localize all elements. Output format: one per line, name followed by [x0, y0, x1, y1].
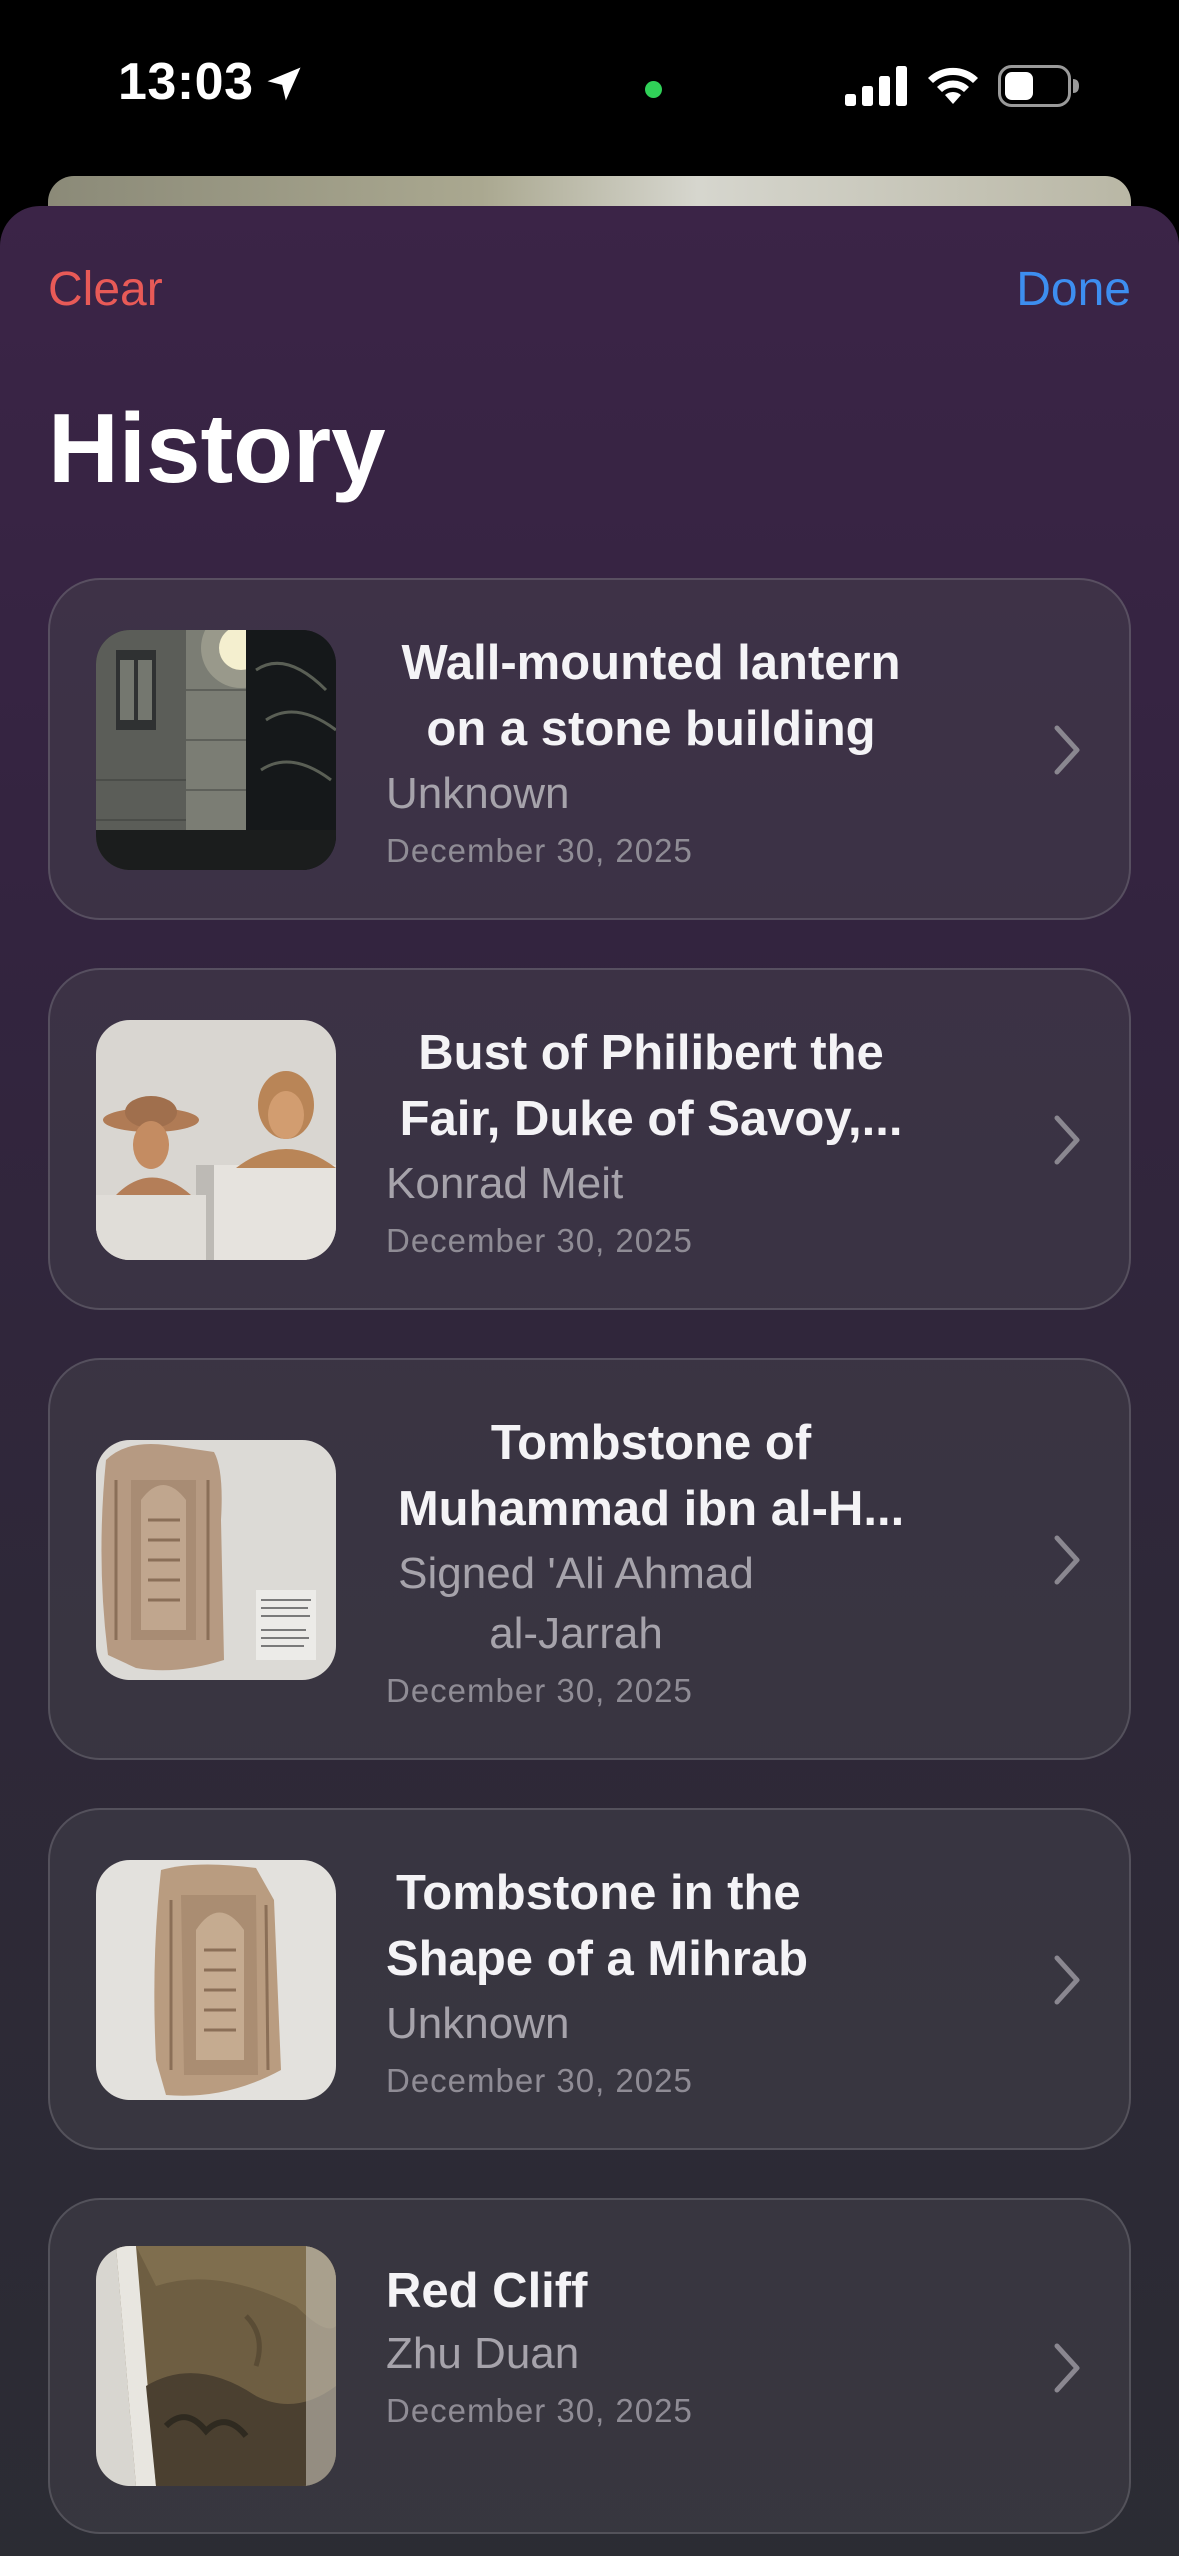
- chevron-right-icon: [1054, 2343, 1080, 2393]
- item-meta: Signed 'Ali Ahmad al-Jarrah December 30,…: [386, 1544, 766, 1718]
- chevron-right-icon: [1054, 1535, 1080, 1585]
- done-button[interactable]: Done: [1016, 262, 1131, 317]
- location-arrow-icon: [267, 67, 301, 101]
- history-item-red-cliff[interactable]: Red Cliff Zhu Duan December 30, 2025: [48, 2198, 1131, 2534]
- history-item-mihrab[interactable]: Tombstone in the Shape of a Mihrab Unkno…: [48, 1808, 1131, 2150]
- item-artist: Unknown: [386, 1999, 570, 2048]
- item-meta: Unknown December 30, 2025: [386, 1994, 986, 2108]
- item-text: Tombstone of Muhammad ibn al-H...: [386, 1410, 916, 1542]
- item-artist-line1: Signed 'Ali Ahmad: [398, 1549, 754, 1598]
- item-title-line1: Tombstone of: [490, 1416, 812, 1470]
- item-text: Bust of Philibert the Fair, Duke of Savo…: [386, 1020, 916, 1152]
- privacy-indicator-dot: [645, 81, 662, 98]
- item-title-line2: Muhammad ibn al-H...: [397, 1482, 905, 1536]
- item-title-line2: Fair, Duke of Savoy,...: [399, 1092, 903, 1146]
- item-date: December 30, 2025: [386, 2392, 693, 2429]
- status-bar: 13:03: [0, 0, 1179, 175]
- chevron-right-icon: [1054, 1955, 1080, 2005]
- item-date: December 30, 2025: [386, 832, 693, 869]
- item-meta: Unknown December 30, 2025: [386, 764, 986, 878]
- busts-thumbnail: [96, 1020, 336, 1260]
- mihrab-thumbnail: [96, 1860, 336, 2100]
- cellular-signal-icon: [845, 66, 907, 106]
- item-artist: Konrad Meit: [386, 1159, 624, 1208]
- item-text: Red Cliff Zhu Duan December 30, 2025: [386, 2258, 986, 2438]
- item-text: Tombstone in the Shape of a Mihrab: [386, 1860, 916, 1992]
- item-date: December 30, 2025: [386, 1672, 693, 1709]
- history-item-tombstone-muhammad[interactable]: Tombstone of Muhammad ibn al-H... Signed…: [48, 1358, 1131, 1760]
- clear-button[interactable]: Clear: [48, 262, 163, 317]
- chevron-right-icon: [1054, 1115, 1080, 1165]
- history-list: Wall-mounted lantern on a stone building…: [48, 578, 1131, 2556]
- item-title-line2: on a stone building: [426, 702, 876, 756]
- item-text: Wall-mounted lantern on a stone building: [386, 630, 916, 762]
- page-title: History: [48, 393, 386, 503]
- item-title-line1: Tombstone in the: [396, 1866, 801, 1920]
- screen: 13:03 Clear Done History Wall-mounted la…: [0, 0, 1179, 2556]
- item-title-line1: Wall-mounted lantern: [401, 636, 901, 690]
- chevron-right-icon: [1054, 725, 1080, 775]
- history-item-bust[interactable]: Bust of Philibert the Fair, Duke of Savo…: [48, 968, 1131, 1310]
- item-artist: Zhu Duan: [386, 2329, 580, 2378]
- item-title: Red Cliff: [386, 2264, 588, 2318]
- item-title-line1: Bust of Philibert the: [418, 1026, 884, 1080]
- status-time: 13:03: [118, 53, 254, 111]
- landscape-painting-thumbnail: [96, 2246, 336, 2486]
- item-title-line2: Shape of a Mihrab: [386, 1932, 809, 1986]
- item-artist-line2: al-Jarrah: [489, 1609, 663, 1658]
- lantern-thumbnail: [96, 630, 336, 870]
- item-meta: Konrad Meit December 30, 2025: [386, 1154, 986, 1268]
- wifi-icon: [928, 67, 978, 104]
- history-item-lantern[interactable]: Wall-mounted lantern on a stone building…: [48, 578, 1131, 920]
- tombstone-thumbnail: [96, 1440, 336, 1680]
- item-artist: Unknown: [386, 769, 570, 818]
- battery-icon: [998, 65, 1079, 107]
- item-date: December 30, 2025: [386, 2062, 693, 2099]
- item-date: December 30, 2025: [386, 1222, 693, 1259]
